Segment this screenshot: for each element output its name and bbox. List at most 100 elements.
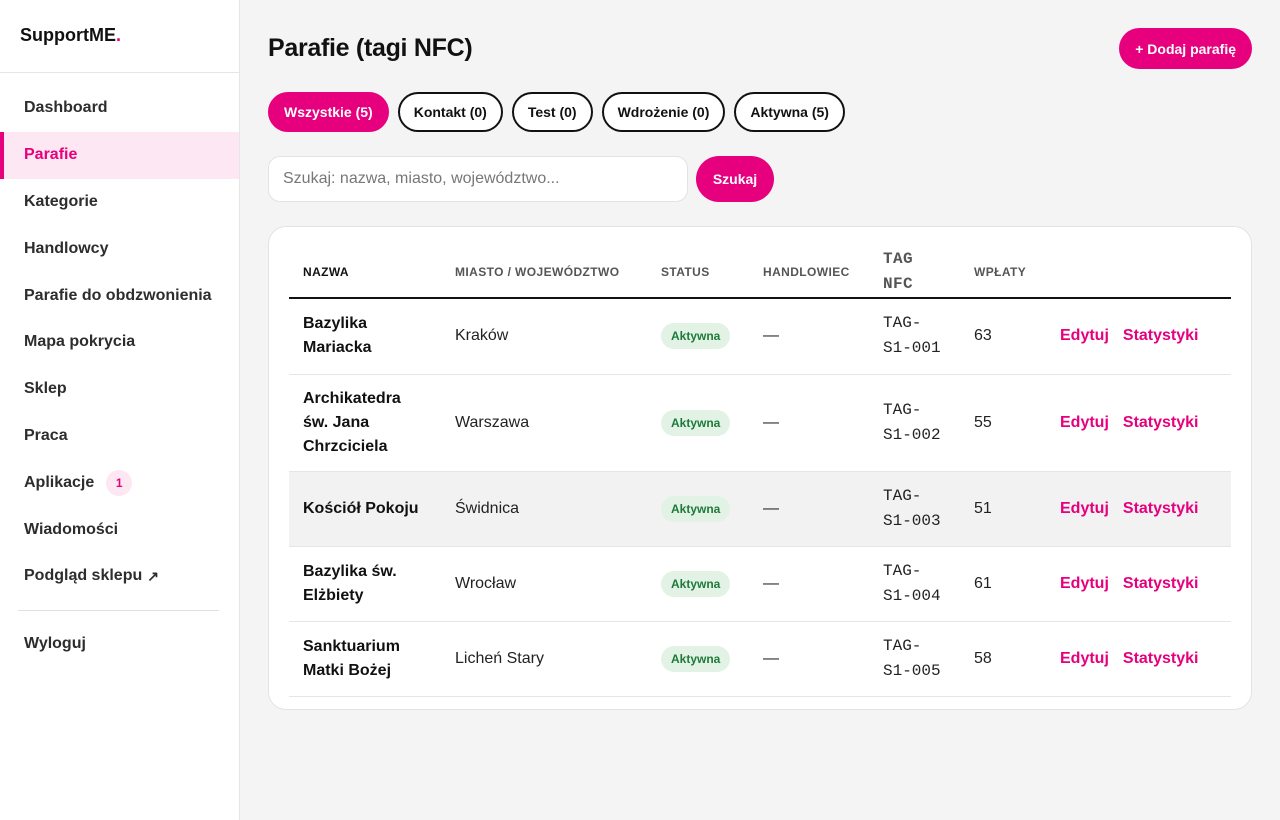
parishes-table-card: NAZWA MIASTO / WOJEWÓDZTWO STATUS HANDLO… — [268, 226, 1252, 710]
payments-count: 63 — [960, 298, 1046, 375]
parish-city: Warszawa — [441, 374, 647, 472]
status-badge: Aktywna — [661, 495, 731, 522]
nfc-tag: TAG- S1-002 — [869, 374, 960, 472]
logout-button[interactable]: Wyloguj — [0, 621, 239, 668]
parish-name: Kościół Pokoju — [289, 471, 441, 547]
status-badge: Aktywna — [661, 409, 731, 436]
table-row[interactable]: Kościół Pokoju Świdnica Aktywna — TAG- S… — [289, 471, 1231, 547]
status-badge: Aktywna — [661, 645, 731, 672]
sidebar-item-wiadomosci[interactable]: Wiadomości — [0, 506, 239, 553]
nfc-tag: TAG- S1-001 — [869, 298, 960, 375]
row-actions: Edytuj Statystyki — [1046, 546, 1231, 622]
status-badge: Aktywna — [661, 323, 731, 350]
sidebar-item-label: Wiadomości — [24, 520, 119, 538]
stats-link[interactable]: Statystyki — [1123, 500, 1199, 517]
stats-link[interactable]: Statystyki — [1123, 414, 1199, 431]
edit-link[interactable]: Edytuj — [1060, 575, 1109, 592]
row-actions: Edytuj Statystyki — [1046, 471, 1231, 547]
filter-all[interactable]: Wszystkie (5) — [268, 92, 389, 132]
stats-link[interactable]: Statystyki — [1123, 650, 1199, 667]
parish-city: Kraków — [441, 298, 647, 375]
edit-link[interactable]: Edytuj — [1060, 327, 1109, 344]
sidebar-divider — [18, 609, 219, 611]
parish-rep: — — [749, 298, 869, 375]
sidebar-item-parafie[interactable]: Parafie — [0, 131, 239, 179]
status-cell: Aktywna — [647, 298, 749, 375]
search-input[interactable] — [268, 156, 688, 202]
parish-name: Sanktuarium Matki Bożej — [289, 621, 441, 697]
parish-name: Bazylika św. Elżbiety — [289, 546, 441, 622]
page-title: Parafie (tagi NFC) — [268, 34, 473, 62]
sidebar-item-parafie-do-obdzwonienia[interactable]: Parafie do obdzwonienia — [0, 272, 239, 319]
parish-rep: — — [749, 546, 869, 622]
sidebar-item-praca[interactable]: Praca — [0, 413, 239, 460]
sidebar-item-label: Aplikacje — [24, 473, 95, 491]
column-header-city[interactable]: MIASTO / WOJEWÓDZTWO — [441, 247, 647, 299]
payments-count: 55 — [960, 374, 1046, 472]
status-badge: Aktywna — [661, 570, 731, 597]
sidebar-item-kategorie[interactable]: Kategorie — [0, 179, 239, 226]
logout-label: Wyloguj — [24, 635, 86, 653]
column-header-payments[interactable]: WPŁATY — [960, 247, 1046, 299]
sidebar-item-dashboard[interactable]: Dashboard — [0, 85, 239, 132]
sidebar-item-label: Mapa pokrycia — [24, 333, 136, 351]
payments-count: 51 — [960, 471, 1046, 547]
notification-badge: 1 — [106, 469, 133, 496]
table-row[interactable]: Archikatedra św. Jana Chrzciciela Warsza… — [289, 374, 1231, 472]
sidebar-item-label: Sklep — [24, 380, 67, 398]
sidebar-item-label: Parafie do obdzwonienia — [24, 286, 212, 304]
edit-link[interactable]: Edytuj — [1060, 650, 1109, 667]
column-header-name[interactable]: NAZWA — [289, 247, 441, 299]
sidebar-item-label: Dashboard — [24, 99, 108, 117]
status-cell: Aktywna — [647, 546, 749, 622]
sidebar-item-label: Podgląd sklepu — [24, 567, 143, 585]
sidebar-item-sklep[interactable]: Sklep — [0, 366, 239, 413]
brand-dot: . — [116, 25, 122, 45]
search-button[interactable]: Szukaj — [696, 156, 774, 202]
edit-link[interactable]: Edytuj — [1060, 500, 1109, 517]
column-header-status[interactable]: STATUS — [647, 247, 749, 299]
parish-rep: — — [749, 621, 869, 697]
table-row[interactable]: Bazylika Mariacka Kraków Aktywna — TAG- … — [289, 298, 1231, 375]
edit-link[interactable]: Edytuj — [1060, 414, 1109, 431]
brand-name: SupportME — [20, 25, 116, 45]
row-actions: Edytuj Statystyki — [1046, 374, 1231, 472]
sidebar-item-label: Kategorie — [24, 192, 98, 210]
column-header-rep[interactable]: HANDLOWIEC — [749, 247, 869, 299]
sidebar-item-label: Praca — [24, 426, 68, 444]
sidebar-item-aplikacje[interactable]: Aplikacje 1 — [0, 459, 239, 506]
status-cell: Aktywna — [647, 471, 749, 547]
sidebar-nav: Dashboard Parafie Kategorie Handlowcy Pa… — [0, 73, 239, 668]
table-row[interactable]: Bazylika św. Elżbiety Wrocław Aktywna — … — [289, 546, 1231, 622]
nfc-tag: TAG- S1-005 — [869, 621, 960, 697]
table-header-row: NAZWA MIASTO / WOJEWÓDZTWO STATUS HANDLO… — [289, 247, 1231, 299]
column-header-tag[interactable]: TAG NFC — [869, 247, 960, 299]
stats-link[interactable]: Statystyki — [1123, 575, 1199, 592]
parish-name: Bazylika Mariacka — [289, 298, 441, 375]
parish-rep: — — [749, 471, 869, 547]
parish-city: Licheń Stary — [441, 621, 647, 697]
nfc-tag: TAG- S1-004 — [869, 546, 960, 622]
add-parish-button[interactable]: + Dodaj parafię — [1119, 28, 1252, 69]
status-cell: Aktywna — [647, 621, 749, 697]
filter-contact[interactable]: Kontakt (0) — [397, 92, 503, 132]
parish-name: Archikatedra św. Jana Chrzciciela — [289, 374, 441, 472]
filter-deployment[interactable]: Wdrożenie (0) — [601, 92, 726, 132]
external-link-icon: ↗ — [147, 567, 159, 584]
stats-link[interactable]: Statystyki — [1123, 327, 1199, 344]
parishes-table: NAZWA MIASTO / WOJEWÓDZTWO STATUS HANDLO… — [289, 247, 1231, 697]
table-row[interactable]: Sanktuarium Matki Bożej Licheń Stary Akt… — [289, 621, 1231, 697]
status-filters: Wszystkie (5) Kontakt (0) Test (0) Wdroż… — [268, 92, 845, 132]
sidebar-item-label: Handlowcy — [24, 239, 109, 257]
app-logo[interactable]: SupportME. — [0, 0, 239, 73]
sidebar-item-handlowcy[interactable]: Handlowcy — [0, 225, 239, 272]
column-header-actions — [1046, 247, 1231, 299]
status-cell: Aktywna — [647, 374, 749, 472]
filter-test[interactable]: Test (0) — [511, 92, 593, 132]
filter-active[interactable]: Aktywna (5) — [734, 92, 845, 132]
parish-city: Wrocław — [441, 546, 647, 622]
sidebar-item-podglad-sklepu[interactable]: Podgląd sklepu ↗ — [0, 553, 239, 600]
sidebar-item-mapa-pokrycia[interactable]: Mapa pokrycia — [0, 319, 239, 366]
nfc-tag: TAG- S1-003 — [869, 471, 960, 547]
search-bar: Szukaj — [268, 156, 774, 202]
